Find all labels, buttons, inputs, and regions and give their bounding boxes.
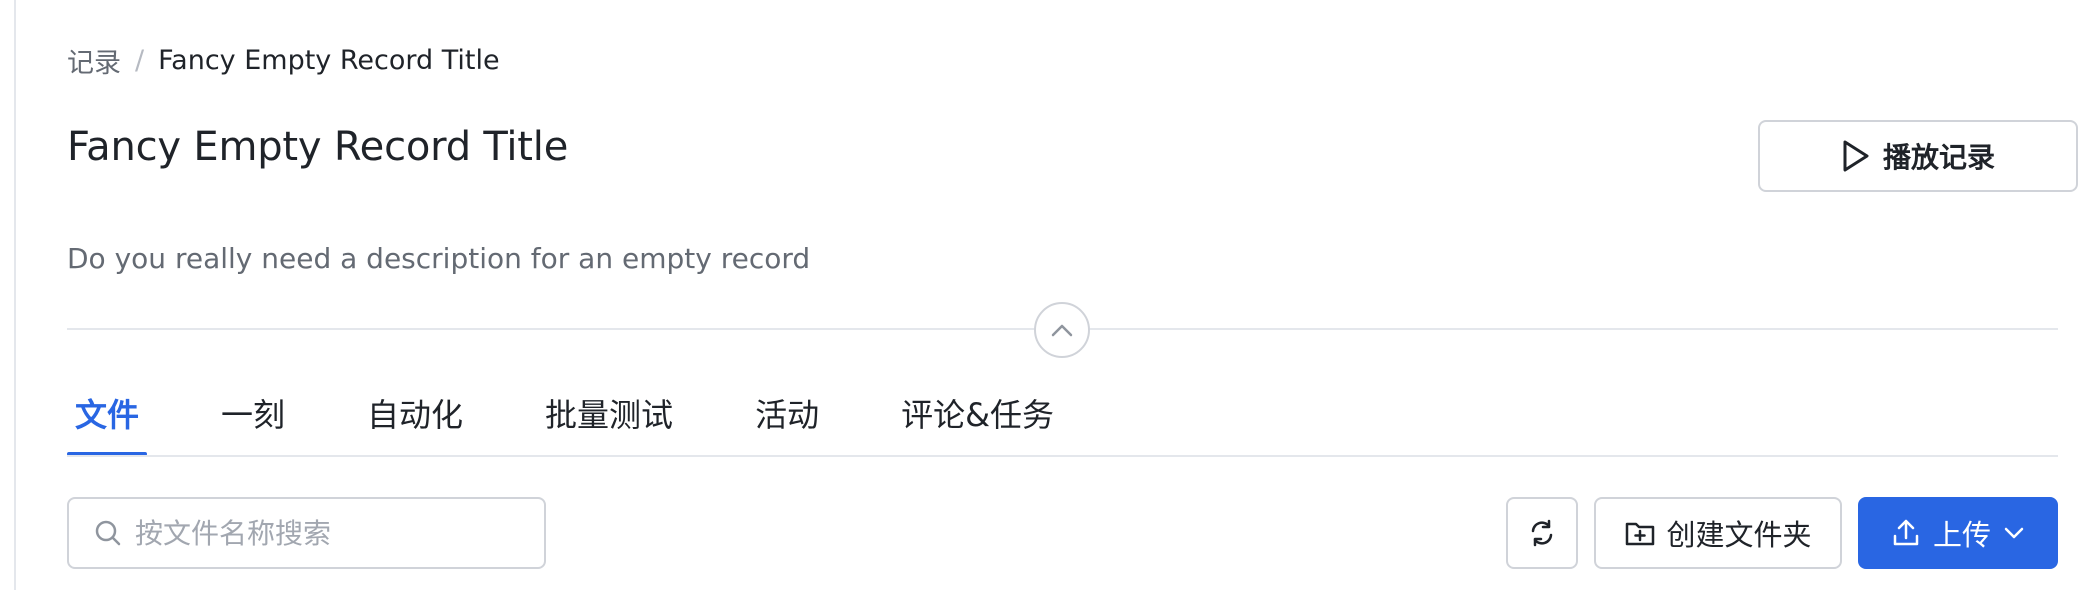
- file-search-box[interactable]: [67, 497, 546, 569]
- tab-moments[interactable]: 一刻: [213, 380, 293, 456]
- tab-activity[interactable]: 活动: [747, 380, 827, 456]
- tab-comments-tasks[interactable]: 评论&任务: [893, 380, 1062, 456]
- refresh-icon: [1527, 518, 1557, 548]
- upload-button[interactable]: 上传: [1858, 497, 2058, 569]
- search-icon: [93, 518, 123, 548]
- breadcrumb-separator: /: [135, 44, 145, 76]
- tab-batch-testing[interactable]: 批量测试: [537, 380, 681, 456]
- left-border: [14, 0, 16, 590]
- upload-icon: [1891, 518, 1921, 548]
- refresh-button[interactable]: [1506, 497, 1578, 569]
- play-record-button[interactable]: 播放记录: [1758, 120, 2078, 192]
- breadcrumb: 记录 / Fancy Empty Record Title: [67, 40, 500, 80]
- tab-files[interactable]: 文件: [67, 380, 148, 456]
- record-tabs: 文件 一刻 自动化 批量测试 活动 评论&任务: [67, 380, 1062, 456]
- play-icon: [1841, 139, 1871, 173]
- tab-automation[interactable]: 自动化: [359, 380, 471, 456]
- breadcrumb-parent-link[interactable]: 记录: [67, 41, 121, 80]
- create-folder-button[interactable]: 创建文件夹: [1594, 497, 1842, 569]
- breadcrumb-current: Fancy Empty Record Title: [158, 44, 500, 76]
- record-description: Do you really need a description for an …: [67, 242, 811, 275]
- create-folder-label: 创建文件夹: [1666, 518, 1812, 552]
- record-page: 记录 / Fancy Empty Record Title Fancy Empt…: [0, 0, 2100, 590]
- tabs-divider: [67, 455, 2058, 457]
- folder-plus-icon: [1624, 518, 1656, 548]
- file-search-input[interactable]: [135, 516, 515, 550]
- play-record-label: 播放记录: [1882, 141, 1995, 174]
- chevron-up-icon: [1050, 322, 1074, 338]
- chevron-down-icon[interactable]: [2003, 526, 2025, 540]
- collapse-toggle-button[interactable]: [1034, 302, 1090, 358]
- upload-label: 上传: [1932, 518, 1991, 552]
- page-title: Fancy Empty Record Title: [67, 124, 569, 170]
